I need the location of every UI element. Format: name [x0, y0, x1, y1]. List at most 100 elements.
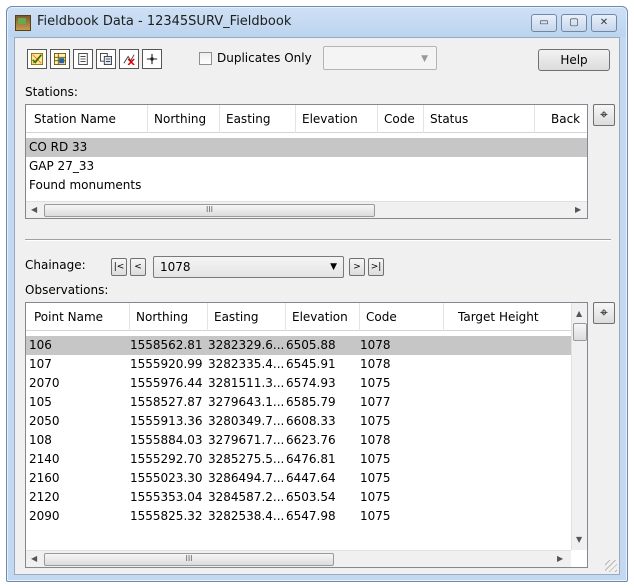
stations-col-status[interactable]: Status: [424, 105, 535, 133]
stations-col-elevation[interactable]: Elevation: [296, 105, 378, 133]
chainage-next-button[interactable]: >: [349, 258, 365, 276]
obs-cell-code: 1075: [360, 452, 391, 466]
obs-cell-easting: 3279671.7...: [208, 433, 285, 447]
obs-cell-code: 1075: [360, 414, 391, 428]
observations-scroll-thumb[interactable]: III: [44, 553, 334, 566]
stations-col-code[interactable]: Code: [378, 105, 424, 133]
obs-cell-code: 1075: [360, 509, 391, 523]
delete-points-icon[interactable]: [119, 49, 139, 69]
observation-row[interactable]: 107 1555920.99 3282335.4... 6545.91 1078: [26, 355, 571, 374]
obs-cell-easting: 3279643.1...: [208, 395, 285, 409]
stations-hscrollbar[interactable]: ◀ III ▶: [26, 201, 587, 218]
obs-col-code[interactable]: Code: [360, 303, 444, 331]
obs-cell-elevation: 6608.33: [286, 414, 336, 428]
obs-cell-code: 1075: [360, 490, 391, 504]
obs-cell-target-height: [444, 336, 564, 355]
obs-cell-northing: 1555976.44: [130, 376, 203, 390]
observations-locate-button[interactable]: ⌖: [593, 302, 615, 324]
duplicates-only-checkbox[interactable]: [199, 52, 212, 65]
chainage-last-button[interactable]: >|: [368, 258, 384, 276]
obs-cell-easting: 3286494.7...: [208, 471, 285, 485]
filter-dropdown[interactable]: ▼: [323, 46, 437, 70]
scroll-left-icon[interactable]: ◀: [31, 205, 37, 214]
observation-row[interactable]: 2090 1555825.32 3282538.4... 6547.98 1075: [26, 507, 571, 526]
maximize-button[interactable]: ▢: [561, 14, 587, 32]
observations-label: Observations:: [25, 283, 109, 297]
stations-col-easting[interactable]: Easting: [220, 105, 296, 133]
minimize-button[interactable]: ▭: [531, 14, 557, 32]
window-title: Fieldbook Data - 12345SURV_Fieldbook: [37, 14, 292, 29]
observations-grid: Point Name Northing Easting Elevation Co…: [25, 302, 588, 568]
obs-cell-point-name: 2140: [29, 452, 60, 466]
table-icon[interactable]: [50, 49, 70, 69]
copy-icon[interactable]: [96, 49, 116, 69]
scroll-down-icon[interactable]: ▼: [576, 535, 582, 544]
chainage-prev-button[interactable]: <: [130, 258, 146, 276]
title-bar[interactable]: Fieldbook Data - 12345SURV_Fieldbook ▭ ▢…: [7, 7, 627, 37]
obs-cell-code: 1078: [360, 338, 391, 352]
crosshair-icon[interactable]: [142, 49, 162, 69]
chainage-dropdown[interactable]: 1078 ▼: [153, 256, 344, 278]
obs-cell-target-height: [444, 431, 564, 450]
stations-scroll-thumb[interactable]: III: [44, 204, 375, 217]
station-row[interactable]: CO RD 33: [26, 138, 587, 157]
observations-vscroll-thumb[interactable]: [573, 323, 587, 341]
resize-grip-icon[interactable]: [605, 560, 617, 572]
obs-cell-point-name: 2050: [29, 414, 60, 428]
obs-cell-easting: 3282335.4...: [208, 357, 285, 371]
scroll-right-icon[interactable]: ▶: [557, 554, 563, 563]
station-row[interactable]: GAP 27_33: [26, 157, 587, 176]
obs-cell-target-height: [444, 374, 564, 393]
stations-col-back[interactable]: Back: [535, 105, 587, 133]
chevron-down-icon: ▼: [421, 54, 428, 64]
scroll-up-icon[interactable]: ▲: [576, 309, 582, 318]
observation-row[interactable]: 2120 1555353.04 3284587.2... 6503.54 1075: [26, 488, 571, 507]
section-divider: [25, 239, 611, 241]
obs-cell-point-name: 105: [29, 395, 52, 409]
obs-cell-northing: 1555023.30: [130, 471, 203, 485]
obs-cell-target-height: [444, 450, 564, 469]
observation-row[interactable]: 2160 1555023.30 3286494.7... 6447.64 1075: [26, 469, 571, 488]
obs-cell-northing: 1555353.04: [130, 490, 203, 504]
obs-cell-code: 1078: [360, 357, 391, 371]
obs-cell-northing: 1558527.87: [130, 395, 203, 409]
stations-header: Station Name Northing Easting Elevation …: [26, 105, 587, 133]
stations-col-station-name[interactable]: Station Name: [26, 105, 148, 133]
observation-row[interactable]: 2070 1555976.44 3281511.3... 6574.93 1075: [26, 374, 571, 393]
checked-chart-icon[interactable]: [27, 49, 47, 69]
obs-col-easting[interactable]: Easting: [208, 303, 286, 331]
scroll-right-icon[interactable]: ▶: [575, 205, 581, 214]
obs-cell-target-height: [444, 507, 564, 526]
obs-col-point-name[interactable]: Point Name: [26, 303, 130, 331]
observations-vscrollbar[interactable]: ▲ ▼: [571, 303, 587, 550]
observations-hscrollbar[interactable]: ◀ III ▶: [26, 550, 571, 567]
observation-row[interactable]: 105 1558527.87 3279643.1... 6585.79 1077: [26, 393, 571, 412]
obs-cell-easting: 3282329.6...: [208, 338, 285, 352]
obs-cell-point-name: 106: [29, 338, 52, 352]
obs-col-elevation[interactable]: Elevation: [286, 303, 360, 331]
obs-col-target-height[interactable]: Target Height: [444, 303, 571, 331]
stations-locate-button[interactable]: ⌖: [593, 104, 615, 126]
obs-cell-elevation: 6476.81: [286, 452, 336, 466]
observation-row[interactable]: 2050 1555913.36 3280349.7... 6608.33 1075: [26, 412, 571, 431]
obs-cell-elevation: 6447.64: [286, 471, 336, 485]
chainage-value: 1078: [160, 260, 191, 274]
obs-cell-easting: 3281511.3...: [208, 376, 285, 390]
station-row[interactable]: Found monuments: [26, 176, 587, 195]
obs-cell-target-height: [444, 355, 564, 374]
scroll-left-icon[interactable]: ◀: [31, 554, 37, 563]
observation-row[interactable]: 106 1558562.81 3282329.6... 6505.88 1078: [26, 336, 571, 355]
observation-row[interactable]: 108 1555884.03 3279671.7... 6623.76 1078: [26, 431, 571, 450]
obs-cell-northing: 1555825.32: [130, 509, 203, 523]
toolbar: [27, 49, 162, 71]
close-button[interactable]: ✕: [591, 14, 617, 32]
observation-row[interactable]: 2140 1555292.70 3285275.5... 6476.81 1075: [26, 450, 571, 469]
help-button[interactable]: Help: [538, 49, 610, 71]
obs-cell-point-name: 2090: [29, 509, 60, 523]
document-icon[interactable]: [73, 49, 93, 69]
chainage-first-button[interactable]: |<: [111, 258, 127, 276]
duplicates-only-label: Duplicates Only: [217, 51, 312, 65]
obs-col-northing[interactable]: Northing: [130, 303, 208, 331]
obs-cell-northing: 1558562.81: [130, 338, 203, 352]
stations-col-northing[interactable]: Northing: [148, 105, 220, 133]
